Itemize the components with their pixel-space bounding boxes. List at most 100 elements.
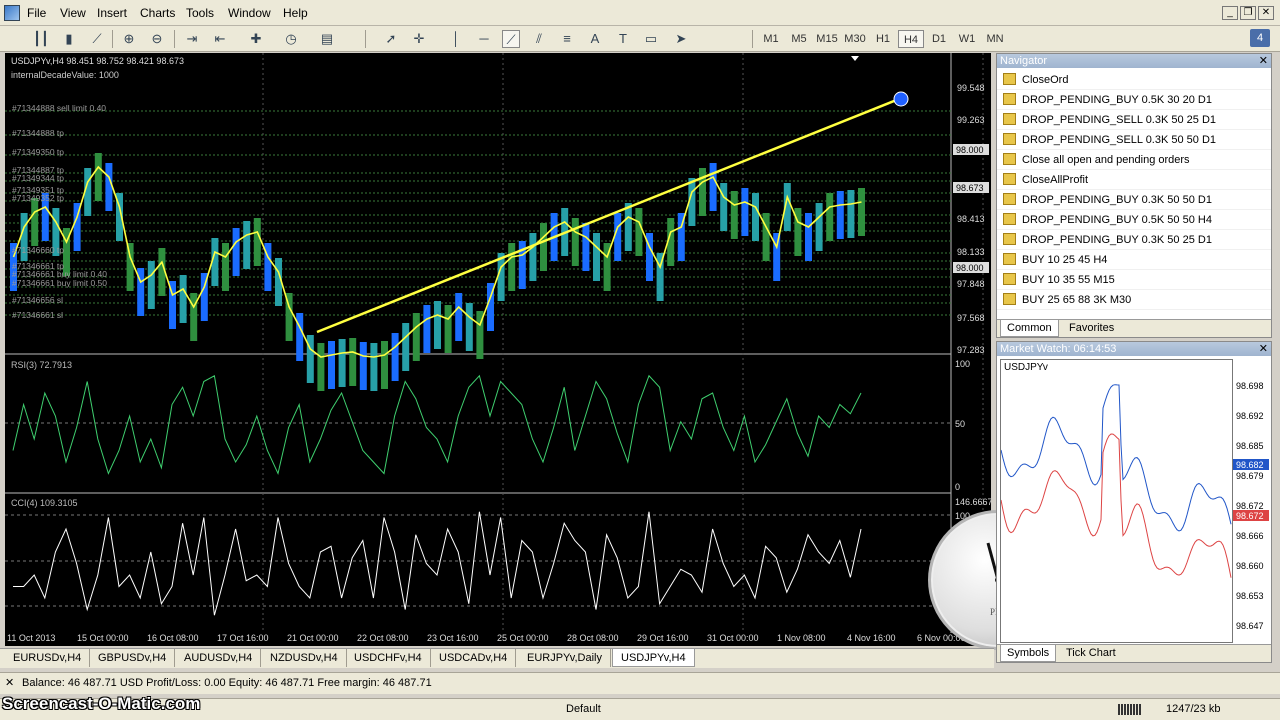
tab-tick-chart[interactable]: Tick Chart (1060, 645, 1122, 662)
timeframe-h1[interactable]: H1 (870, 30, 896, 48)
timeframe-mn[interactable]: MN (982, 30, 1008, 48)
order-label: #71349350 tp (12, 147, 64, 157)
candle (614, 213, 622, 261)
close-icon[interactable]: ✕ (5, 673, 14, 693)
menu-file[interactable]: File (27, 6, 46, 20)
bar-chart-icon[interactable]: ┃┃ (32, 30, 50, 48)
fibonacci-icon[interactable]: ≡ (558, 30, 576, 48)
candle (847, 190, 855, 238)
navigator-item[interactable]: DROP_PENDING_SELL 0.3K 50 25 D1 (997, 110, 1271, 130)
restore-icon[interactable]: ❐ (1240, 6, 1256, 20)
tab-favorites[interactable]: Favorites (1063, 320, 1120, 337)
market-watch-tabs: Symbols Tick Chart (997, 644, 1271, 662)
cursor-icon[interactable]: ➚ (382, 30, 400, 48)
timeframe-m15[interactable]: M15 (814, 30, 840, 48)
chart-tab[interactable]: AUDUSDv,H4 (176, 649, 262, 667)
chart-shift-icon[interactable]: ⇤ (211, 30, 229, 48)
candle (571, 218, 579, 266)
candlestick-icon[interactable]: ▮ (60, 30, 78, 48)
price-tick: 99.263 (957, 115, 985, 125)
menu-tools[interactable]: Tools (186, 6, 214, 20)
templates-icon[interactable]: ▤ (318, 30, 336, 48)
price-chart[interactable]: 99.54899.26398.97398.67398.41398.13397.8… (5, 53, 991, 646)
candle (370, 343, 378, 391)
chart-tab[interactable]: USDCHFv,H4 (346, 649, 431, 667)
channel-icon[interactable]: ⫽ (530, 30, 548, 48)
timeframe-m5[interactable]: M5 (786, 30, 812, 48)
message-icon[interactable]: 4 (1250, 29, 1270, 47)
chart-tab[interactable]: EURUSDv,H4 (5, 649, 91, 667)
price-tick: 97.848 (957, 279, 985, 289)
navigator-item[interactable]: DROP_PENDING_BUY 0.3K 50 25 D1 (997, 230, 1271, 250)
shift-marker-icon[interactable] (851, 56, 859, 61)
chart-tab[interactable]: GBPUSDv,H4 (90, 649, 176, 667)
navigator-item[interactable]: BUY 25 65 88 3K M30 (997, 290, 1271, 310)
menu-view[interactable]: View (60, 6, 86, 20)
indicators-icon[interactable]: ✚ (247, 30, 265, 48)
candle (317, 343, 325, 391)
zoom-in-icon[interactable]: ⊕ (120, 30, 138, 48)
minimize-icon[interactable]: _ (1222, 6, 1238, 20)
candle (699, 168, 706, 216)
line-chart-icon[interactable]: ⟋ (88, 30, 106, 48)
navigator-title: Navigator ✕ (997, 54, 1271, 68)
menu-help[interactable]: Help (283, 6, 308, 20)
navigator-item[interactable]: CloseOrd (997, 70, 1271, 90)
ask-marker-text: 98.682 (1236, 460, 1264, 470)
trendline-icon[interactable]: ⟋ (502, 30, 520, 48)
navigator-item-label: BUY 10 35 55 M15 (1022, 274, 1115, 286)
chart-tab[interactable]: NZDUSDv,H4 (262, 649, 347, 667)
arrows-icon[interactable]: ➤ (672, 30, 690, 48)
crosshair-icon[interactable]: ✛ (410, 30, 428, 48)
toolbar-separator (365, 30, 366, 48)
rectangle-icon[interactable]: ▭ (642, 30, 660, 48)
chart-tab[interactable]: EURJPYv,Daily (519, 649, 611, 667)
navigator-item[interactable]: BUY 10 25 45 H4 (997, 250, 1271, 270)
close-icon[interactable]: ✕ (1258, 6, 1274, 20)
bid-marker-text: 98.672 (1236, 511, 1264, 521)
watermark: Screencast-O-Matic.com (2, 694, 201, 713)
trendline-handle[interactable] (893, 91, 909, 107)
tick-axis-label: 98.698 (1236, 381, 1264, 391)
menu-insert[interactable]: Insert (97, 6, 127, 20)
chart-tab[interactable]: USDJPYv,H4 (612, 649, 695, 667)
navigator-item-label: DROP_PENDING_SELL 0.3K 50 25 D1 (1022, 114, 1217, 126)
navigator-item[interactable]: DROP_PENDING_SELL 0.3K 50 50 D1 (997, 130, 1271, 150)
timeframe-m30[interactable]: M30 (842, 30, 868, 48)
chart-canvas[interactable]: 99.54899.26398.97398.67398.41398.13397.8… (5, 53, 991, 646)
vertical-line-icon[interactable]: │ (447, 30, 465, 48)
horizontal-line-icon[interactable]: ─ (475, 30, 493, 48)
tab-symbols[interactable]: Symbols (1000, 645, 1057, 662)
text-icon[interactable]: A (586, 30, 604, 48)
price-tick: 99.548 (957, 83, 985, 93)
navigator-item[interactable]: DROP_PENDING_BUY 0.5K 50 50 H4 (997, 210, 1271, 230)
script-icon (1003, 173, 1016, 185)
text-label-icon[interactable]: T (614, 30, 632, 48)
navigator-item[interactable]: Close all open and pending orders (997, 150, 1271, 170)
timeframe-w1[interactable]: W1 (954, 30, 980, 48)
close-icon[interactable]: ✕ (1259, 342, 1268, 356)
navigator-item[interactable]: CloseAllProfit (997, 170, 1271, 190)
navigator-item[interactable]: BUY 10 35 55 M15 (997, 270, 1271, 290)
close-icon[interactable]: ✕ (1259, 54, 1268, 68)
menu-charts[interactable]: Charts (140, 6, 175, 20)
zoom-out-icon[interactable]: ⊖ (148, 30, 166, 48)
tick-chart[interactable]: USDJPYv (1000, 359, 1233, 643)
time-tick: 28 Oct 08:00 (567, 633, 619, 643)
tick-chart-symbol: USDJPYv (1004, 362, 1048, 373)
navigator-item[interactable]: DROP_PENDING_BUY 0.3K 50 50 D1 (997, 190, 1271, 210)
timeframe-d1[interactable]: D1 (926, 30, 952, 48)
navigator-list: CloseOrd DROP_PENDING_BUY 0.5K 30 20 D1 DR… (997, 68, 1271, 310)
navigator-item-label: BUY 25 65 88 3K M30 (1022, 294, 1132, 306)
chart-tab[interactable]: USDCADv,H4 (431, 649, 517, 667)
rsi-tick: 100 (955, 359, 970, 369)
autoscroll-icon[interactable]: ⇥ (183, 30, 201, 48)
navigator-item[interactable]: DROP_PENDING_BUY 0.5K 30 20 D1 (997, 90, 1271, 110)
periods-icon[interactable]: ◷ (282, 30, 300, 48)
timeframe-h4[interactable]: H4 (898, 30, 924, 48)
candle (444, 305, 452, 353)
tab-common[interactable]: Common (1000, 320, 1059, 337)
terminal-bar: ✕ Balance: 46 487.71 USD Profit/Loss: 0.… (0, 672, 1280, 694)
timeframe-m1[interactable]: M1 (758, 30, 784, 48)
menu-window[interactable]: Window (228, 6, 271, 20)
